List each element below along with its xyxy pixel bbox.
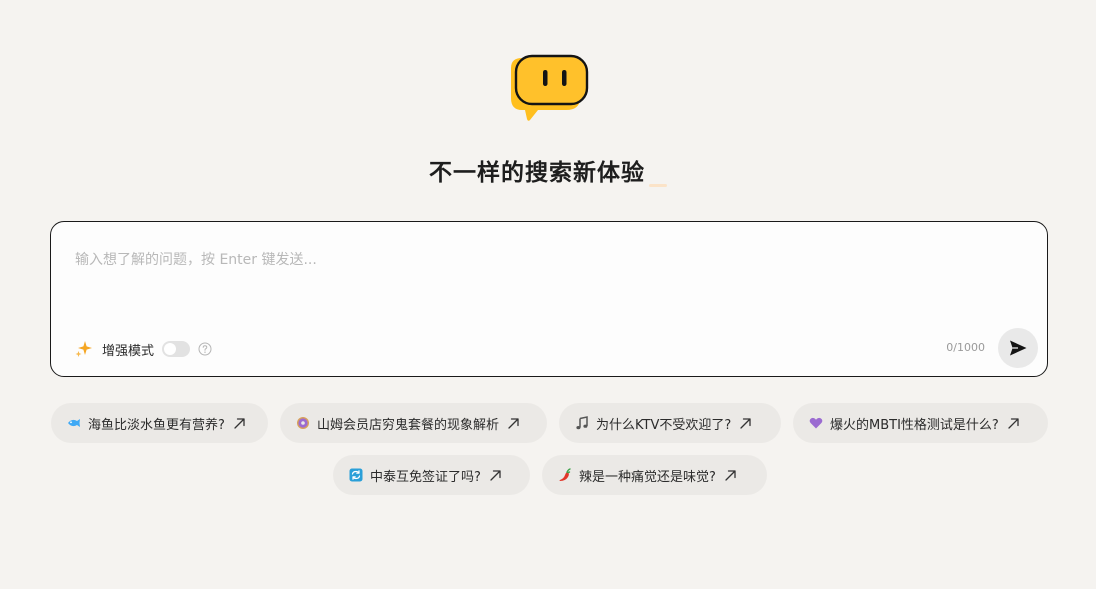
purple-heart-icon: [809, 417, 823, 429]
suggestion-label: 海鱼比淡水鱼更有营养?: [88, 417, 225, 433]
hero-title-container: 不一样的搜索新体验: [0, 153, 1096, 187]
arrow-up-right-icon: [725, 469, 736, 481]
arrow-up-right-icon: [508, 417, 519, 429]
arrow-up-right-icon: [234, 417, 245, 429]
arrow-up-right-icon: [490, 469, 501, 481]
arrow-up-right-icon: [740, 417, 751, 429]
suggestion-chip-1[interactable]: 海鱼比淡水鱼更有营养?: [51, 403, 268, 443]
toggle-knob: [164, 343, 177, 355]
page-title: 不一样的搜索新体验: [429, 160, 645, 186]
donut-icon: [297, 417, 309, 429]
suggestion-label: 为什么KTV不受欢迎了?: [596, 417, 732, 433]
suggestion-chip-6[interactable]: 辣是一种痛觉还是味觉?: [542, 455, 767, 495]
chili-pepper-icon: [559, 468, 571, 481]
music-note-icon: [576, 416, 588, 430]
send-button[interactable]: [998, 328, 1038, 368]
suggestion-label: 辣是一种痛觉还是味觉?: [579, 469, 716, 485]
enhance-mode-control: 增强模式: [75, 338, 212, 360]
arrow-up-right-icon: [1008, 417, 1019, 429]
app-logo: [511, 54, 589, 121]
search-input[interactable]: [75, 248, 1015, 272]
help-icon[interactable]: [198, 342, 212, 356]
suggestion-chip-2[interactable]: 山姆会员店穷鬼套餐的现象解析: [280, 403, 547, 443]
send-icon: [1010, 340, 1027, 356]
fish-icon: [68, 419, 80, 427]
suggestion-chip-5[interactable]: 中泰互免签证了吗?: [333, 455, 530, 495]
search-box: 增强模式 0/1000: [50, 221, 1048, 377]
suggestion-chip-3[interactable]: 为什么KTV不受欢迎了?: [559, 403, 781, 443]
char-counter: 0/1000: [946, 341, 985, 354]
exchange-icon: [349, 468, 363, 482]
suggestion-label: 中泰互免签证了吗?: [370, 469, 481, 485]
enhance-mode-label: 增强模式: [102, 343, 155, 359]
suggestion-chip-4[interactable]: 爆火的MBTI性格测试是什么?: [793, 403, 1048, 443]
sparkle-icon: [75, 341, 92, 357]
suggestion-label: 爆火的MBTI性格测试是什么?: [830, 417, 999, 433]
enhance-mode-toggle[interactable]: [162, 341, 191, 357]
typing-cursor: [649, 183, 667, 187]
suggestion-label: 山姆会员店穷鬼套餐的现象解析: [317, 417, 500, 433]
